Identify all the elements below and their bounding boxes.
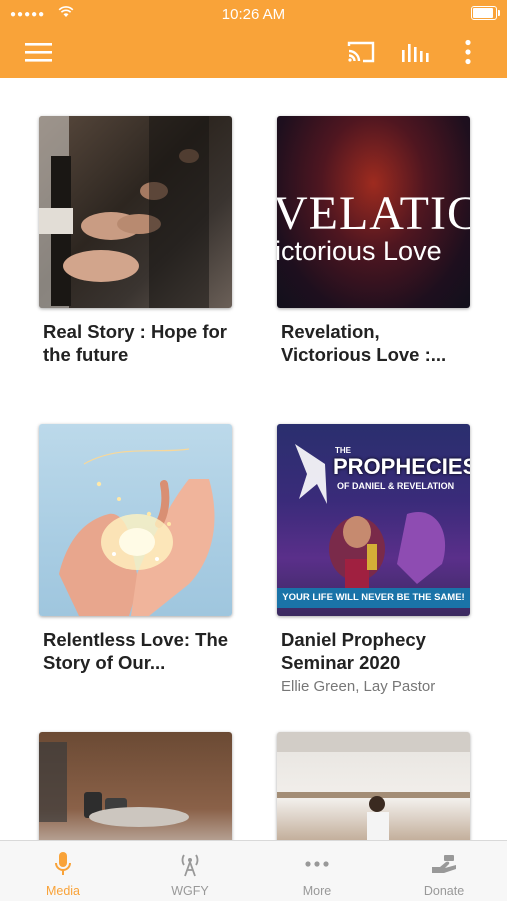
card-title: Revelation, Victorious Love :... <box>281 321 447 365</box>
radio-antenna-icon <box>127 851 253 877</box>
media-grid: Real Story : Hope for the future VELATIC… <box>0 78 507 840</box>
thumbnail-art-subtext: ictorious Love <box>277 236 442 266</box>
thumbnail-art-title: PROPHECIES <box>333 454 470 479</box>
microphone-icon <box>0 851 126 877</box>
card-thumbnail-worship[interactable] <box>39 116 232 308</box>
tab-media[interactable]: Media <box>0 841 126 901</box>
tab-more[interactable]: More <box>254 841 380 901</box>
card-title: Relentless Love: The Story of Our... <box>43 629 229 673</box>
more-dots-icon <box>254 851 380 877</box>
card-thumbnail-prophecies[interactable]: THE PROPHECIES OF DANIEL & REVELATION YO… <box>277 424 470 616</box>
media-card[interactable]: Real Story : Hope for the future <box>39 116 232 366</box>
thumbnail-art-text: VELATIC <box>277 187 470 240</box>
status-bar: ●●●●● 10:26 AM <box>0 0 507 28</box>
tab-label: More <box>302 884 332 898</box>
card-subtitle: Ellie Green, Lay Pastor <box>281 678 436 695</box>
cast-icon[interactable] <box>343 34 379 70</box>
status-time: 10:26 AM <box>221 6 286 23</box>
battery-icon <box>471 6 500 20</box>
card-thumbnail-desk[interactable] <box>39 732 232 840</box>
hamburger-menu-icon[interactable] <box>21 34 57 70</box>
thumbnail-art-subtitle: OF DANIEL & REVELATION <box>337 481 455 491</box>
media-card[interactable]: Relentless Love: The Story of Our... <box>39 424 232 674</box>
donate-hand-icon <box>381 851 507 877</box>
tab-wgfy[interactable]: WGFY <box>127 841 253 901</box>
app-bar: ●●●●● 10:26 AM <box>0 0 507 78</box>
card-thumbnail-lights[interactable] <box>39 424 232 616</box>
card-title: Real Story : Hope for the future <box>43 321 227 365</box>
vertical-dots-icon[interactable] <box>450 34 486 70</box>
bottom-tab-bar: Media WGFY More Donate <box>0 840 507 901</box>
audio-bars-icon[interactable] <box>398 34 434 70</box>
thumbnail-art-banner: YOUR LIFE WILL NEVER BE THE SAME! <box>277 588 470 608</box>
card-thumbnail-room[interactable] <box>277 732 470 840</box>
tab-label: WGFY <box>171 884 209 898</box>
media-card[interactable]: THE PROPHECIES OF DANIEL & REVELATION YO… <box>277 424 470 695</box>
media-card[interactable]: VELATIC ictorious Love Revelation, Victo… <box>277 116 470 366</box>
card-thumbnail-revelation[interactable]: VELATIC ictorious Love <box>277 116 470 308</box>
card-title: Daniel Prophecy Seminar 2020 <box>281 629 426 673</box>
media-card[interactable] <box>39 732 232 840</box>
media-card[interactable] <box>277 732 470 840</box>
tab-label: Media <box>45 884 81 898</box>
tab-label: Donate <box>423 884 465 898</box>
tab-donate[interactable]: Donate <box>381 841 507 901</box>
